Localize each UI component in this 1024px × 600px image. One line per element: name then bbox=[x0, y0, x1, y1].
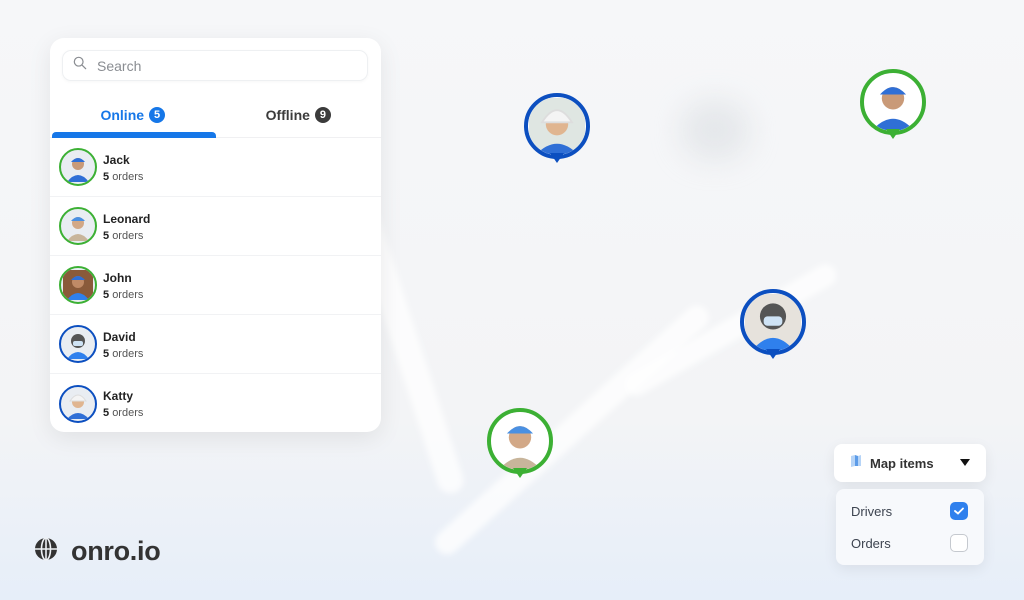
filter-option-label: Orders bbox=[851, 535, 891, 551]
orders-label: orders bbox=[112, 347, 144, 360]
map-items-dropdown[interactable]: Map items bbox=[834, 444, 986, 482]
driver-photo-icon bbox=[529, 98, 585, 154]
driver-list-item[interactable]: Leonard 5 orders bbox=[50, 197, 381, 256]
map-items-label: Map items bbox=[870, 455, 934, 471]
driver-name: David bbox=[103, 329, 136, 344]
map-icon bbox=[850, 454, 862, 472]
orders-count: 5 bbox=[103, 407, 110, 419]
driver-name: Jack bbox=[103, 152, 130, 167]
filter-option-label: Drivers bbox=[851, 503, 893, 519]
brand-name: onro.io bbox=[71, 536, 161, 566]
orders-label: orders bbox=[112, 288, 144, 301]
driver-photo-icon bbox=[67, 217, 89, 241]
driver-photo-icon bbox=[67, 394, 89, 419]
orders-label: orders bbox=[112, 229, 144, 242]
tab-offline[interactable]: Offline 9 bbox=[216, 93, 382, 137]
map-pin-driver[interactable] bbox=[524, 93, 590, 169]
map-road bbox=[621, 260, 841, 400]
map-pin-driver[interactable] bbox=[487, 408, 553, 484]
driver-list-item[interactable]: John 5 orders bbox=[50, 256, 381, 315]
caret-down-icon bbox=[960, 459, 970, 466]
orders-label: orders bbox=[112, 170, 144, 183]
filter-option-orders[interactable]: Orders bbox=[836, 527, 984, 559]
filter-option-drivers[interactable]: Drivers bbox=[836, 495, 984, 527]
tab-online-label: Online bbox=[100, 107, 145, 123]
status-tabs: Online 5 Offline 9 bbox=[50, 93, 381, 138]
search-input[interactable] bbox=[97, 57, 347, 74]
orders-count: 5 bbox=[103, 347, 110, 360]
orders-checkbox[interactable] bbox=[950, 534, 968, 552]
avatar bbox=[59, 148, 97, 186]
driver-photo-icon bbox=[63, 270, 93, 300]
offline-count-badge: 9 bbox=[314, 107, 331, 123]
avatar bbox=[59, 266, 97, 304]
orders-label: orders bbox=[112, 407, 144, 419]
driver-photo-icon bbox=[865, 74, 921, 130]
driver-photo-icon bbox=[67, 334, 89, 359]
driver-list-item[interactable]: Katty 5 orders bbox=[50, 374, 381, 432]
driver-photo-icon bbox=[67, 158, 89, 182]
avatar bbox=[59, 384, 97, 423]
check-icon bbox=[954, 507, 964, 515]
driver-name: Katty bbox=[103, 389, 134, 403]
orders-count: 5 bbox=[103, 288, 110, 301]
brand-logo: onro.io bbox=[33, 536, 161, 567]
driver-list: Jack 5 orders Leonard 5 orders John 5 order… bbox=[50, 138, 381, 432]
orders-count: 5 bbox=[103, 170, 110, 183]
tab-online[interactable]: Online 5 bbox=[50, 93, 216, 138]
orders-count: 5 bbox=[103, 229, 110, 242]
search-box[interactable] bbox=[62, 50, 368, 81]
driver-list-item[interactable]: Jack 5 orders bbox=[50, 138, 381, 197]
map-road bbox=[430, 300, 714, 560]
avatar bbox=[59, 207, 97, 245]
online-count-badge: 5 bbox=[149, 107, 166, 123]
map-items-menu: Drivers Orders bbox=[836, 489, 984, 565]
globe-icon bbox=[33, 536, 59, 567]
map-pin-driver[interactable] bbox=[740, 289, 806, 365]
map-feature bbox=[680, 100, 750, 160]
search-icon bbox=[73, 56, 87, 75]
driver-name: John bbox=[103, 270, 132, 285]
avatar bbox=[59, 325, 97, 363]
drivers-panel: Online 5 Offline 9 Jack 5 orders Leonard 5… bbox=[50, 38, 381, 432]
tab-offline-label: Offline bbox=[265, 107, 310, 123]
drivers-checkbox[interactable] bbox=[950, 502, 968, 520]
driver-photo-icon bbox=[492, 413, 548, 469]
driver-photo-icon bbox=[745, 294, 801, 350]
driver-list-item[interactable]: David 5 orders bbox=[50, 315, 381, 374]
driver-name: Leonard bbox=[103, 211, 151, 226]
map-pin-driver[interactable] bbox=[860, 69, 926, 145]
